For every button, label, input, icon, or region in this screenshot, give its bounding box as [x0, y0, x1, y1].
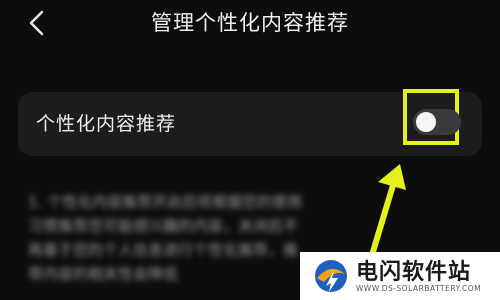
watermark-name: 电闪软件站 — [356, 260, 472, 285]
toggle-knob — [416, 112, 436, 132]
annotation-arrow-icon — [369, 164, 406, 258]
page-title: 管理个性化内容推荐 — [151, 11, 349, 35]
watermark-banner: 电闪软件站 WWW.DS-SOLARBATTERY.COM — [300, 252, 500, 300]
personalized-recommendation-card: 个性化内容推荐 — [18, 89, 482, 156]
watermark-domain: WWW.DS-SOLARBATTERY.COM — [356, 284, 482, 293]
watermark-logo-icon — [315, 260, 347, 292]
personalized-recommendation-label: 个性化内容推荐 — [36, 113, 177, 135]
description-line: 习惯推荐您可能感兴趣的内容，关闭后不 — [28, 217, 299, 235]
personalized-recommendation-toggle[interactable] — [413, 109, 461, 135]
top-bar: 管理个性化内容推荐 — [0, 0, 500, 46]
description-line: 1. 个性化内容推荐开启后将根据您的使用 — [28, 193, 303, 211]
